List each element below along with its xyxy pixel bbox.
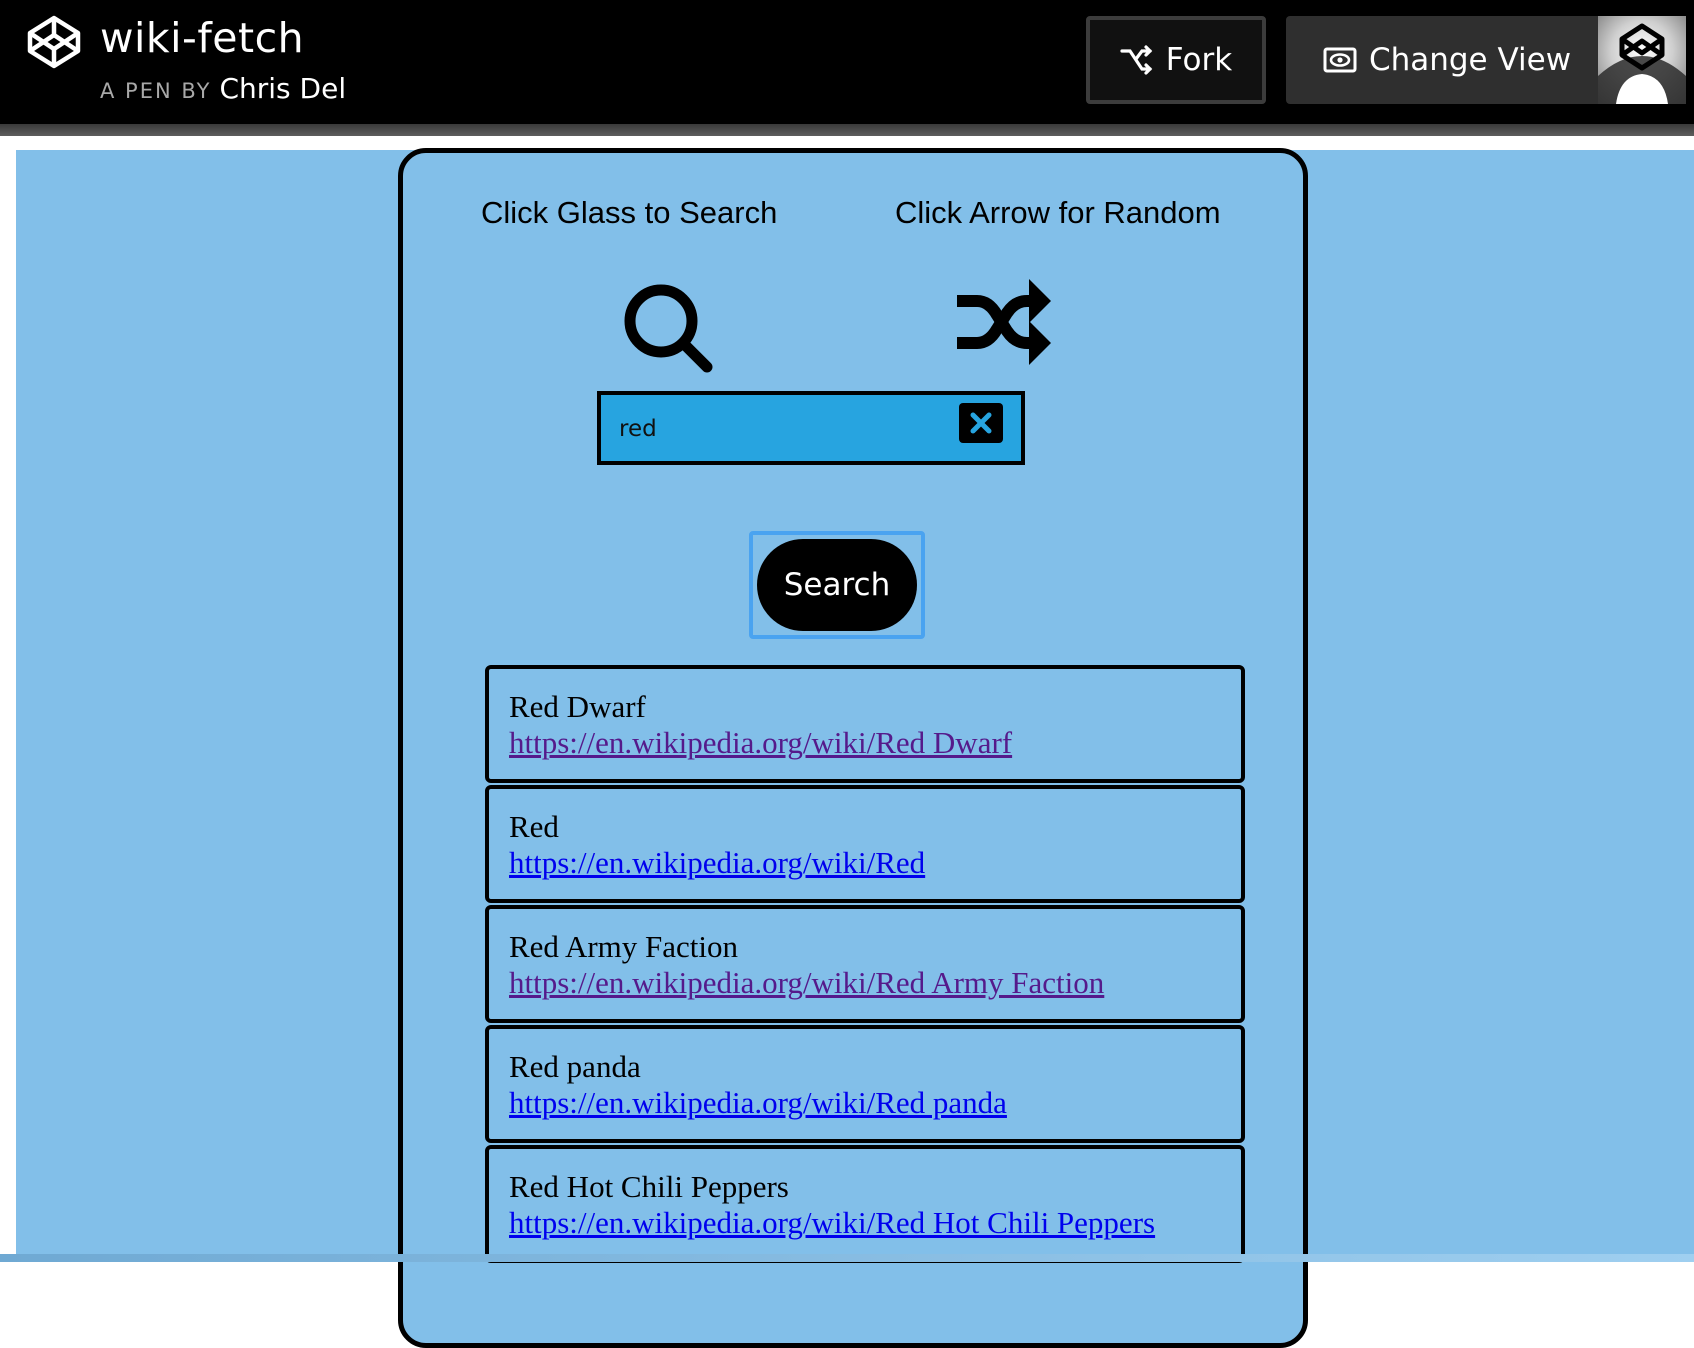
user-avatar[interactable] bbox=[1598, 16, 1686, 104]
fork-label: Fork bbox=[1165, 42, 1233, 78]
result-title: Red bbox=[509, 809, 559, 844]
results-list: Red Dwarf https://en.wikipedia.org/wiki/… bbox=[485, 665, 1245, 1265]
eye-icon bbox=[1323, 47, 1357, 73]
random-hint: Click Arrow for Random bbox=[895, 195, 1221, 230]
result-title: Red Army Faction bbox=[509, 929, 739, 964]
result-link[interactable]: https://en.wikipedia.org/wiki/Red Hot Ch… bbox=[509, 1205, 1155, 1241]
result-title: Red Dwarf bbox=[509, 689, 646, 724]
result-item: Red panda https://en.wikipedia.org/wiki/… bbox=[485, 1025, 1245, 1143]
result-item: Red Hot Chili Peppers https://en.wikiped… bbox=[485, 1145, 1245, 1263]
result-link[interactable]: https://en.wikipedia.org/wiki/Red Dwarf bbox=[509, 725, 1012, 761]
result-link[interactable]: https://en.wikipedia.org/wiki/Red bbox=[509, 845, 925, 881]
change-view-button[interactable]: Change View bbox=[1286, 16, 1608, 104]
search-input[interactable] bbox=[619, 409, 939, 449]
search-field[interactable] bbox=[597, 391, 1025, 465]
clear-search-button[interactable] bbox=[959, 403, 1003, 443]
change-view-label: Change View bbox=[1368, 42, 1572, 78]
result-title: Red panda bbox=[509, 1049, 641, 1084]
magnifying-glass-icon[interactable] bbox=[621, 281, 717, 377]
result-item: Red Army Faction https://en.wikipedia.or… bbox=[485, 905, 1245, 1023]
pen-preview: Click Glass to Search Click Arrow for Ra… bbox=[16, 148, 1694, 1348]
result-link[interactable]: https://en.wikipedia.org/wiki/Red Army F… bbox=[509, 965, 1104, 1001]
header-shadow bbox=[0, 124, 1694, 136]
search-button-focus-ring: Search bbox=[749, 531, 925, 639]
codepen-avatar-icon bbox=[1598, 23, 1686, 104]
codepen-header: wiki-fetch A PEN BY Chris Del Fork Change… bbox=[0, 0, 1694, 124]
wiki-panel: Click Glass to Search Click Arrow for Ra… bbox=[398, 148, 1308, 1348]
result-link[interactable]: https://en.wikipedia.org/wiki/Red panda bbox=[509, 1085, 1007, 1121]
pen-byline: A PEN BY Chris Del bbox=[100, 72, 346, 105]
fork-icon bbox=[1120, 45, 1153, 75]
fork-button[interactable]: Fork bbox=[1086, 16, 1266, 104]
result-title: Red Hot Chili Peppers bbox=[509, 1169, 789, 1204]
author-link[interactable]: Chris Del bbox=[219, 72, 346, 105]
pen-title[interactable]: wiki-fetch bbox=[100, 14, 304, 62]
window-bottom-edge bbox=[0, 1254, 1694, 1262]
shuffle-random-icon[interactable] bbox=[953, 275, 1053, 367]
result-item: Red Dwarf https://en.wikipedia.org/wiki/… bbox=[485, 665, 1245, 783]
search-hint: Click Glass to Search bbox=[481, 195, 778, 230]
result-item: Red https://en.wikipedia.org/wiki/Red bbox=[485, 785, 1245, 903]
search-button[interactable]: Search bbox=[757, 539, 917, 631]
codepen-logo-icon[interactable] bbox=[26, 14, 82, 70]
close-icon bbox=[970, 412, 992, 434]
pen-by-label: A PEN BY bbox=[100, 79, 212, 103]
